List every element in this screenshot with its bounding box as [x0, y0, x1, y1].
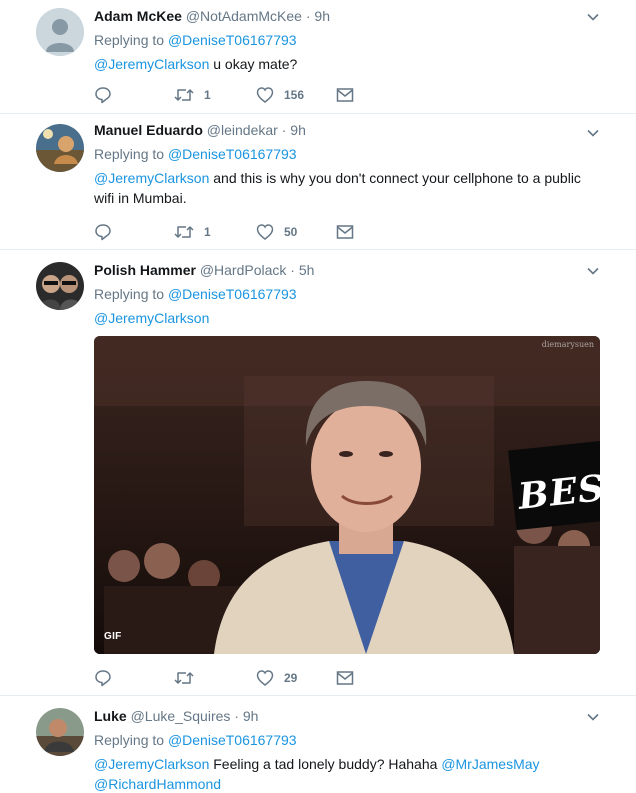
dm-icon: [336, 671, 354, 685]
display-name[interactable]: Luke: [94, 708, 127, 724]
replying-to-link[interactable]: @DeniseT06167793: [168, 32, 297, 48]
gif-media[interactable]: diemarysuen BEST GIF: [94, 336, 600, 654]
tweet-text: @JeremyClarkson Feeling a tad lonely bud…: [94, 754, 606, 793]
tweet-1[interactable]: Adam McKee @NotAdamMcKee · 9h Replying t…: [0, 0, 636, 114]
dm-button[interactable]: [336, 222, 354, 242]
mention-link[interactable]: @JeremyClarkson: [94, 170, 209, 186]
retweet-button[interactable]: 1: [174, 222, 211, 242]
like-count: 29: [284, 671, 298, 685]
tweet-text: @JeremyClarkson u okay mate?: [94, 54, 606, 74]
replying-to-link[interactable]: @DeniseT06167793: [168, 286, 297, 302]
user-handle[interactable]: @leindekar: [207, 122, 278, 138]
user-handle[interactable]: @HardPolack: [200, 262, 287, 278]
tweet-body-line2: wifi in Mumbai.: [94, 190, 187, 206]
tweet-body: u okay mate?: [209, 56, 298, 72]
replying-prefix: Replying to: [94, 286, 165, 302]
reply-icon: [95, 670, 111, 687]
timestamp[interactable]: 9h: [290, 122, 306, 138]
tweet-2[interactable]: Manuel Eduardo @leindekar · 9h Replying …: [0, 114, 636, 250]
timestamp[interactable]: 9h: [314, 8, 330, 24]
timestamp[interactable]: 5h: [299, 262, 315, 278]
display-name[interactable]: Manuel Eduardo: [94, 122, 203, 138]
gif-badge: GIF: [104, 631, 122, 642]
reply-button[interactable]: [94, 85, 112, 105]
reply-icon: [95, 87, 111, 104]
like-count: 156: [284, 88, 305, 102]
retweet-icon: [174, 226, 194, 238]
avatar[interactable]: [36, 262, 84, 310]
mention-link-3[interactable]: @RichardHammond: [94, 776, 221, 792]
replying-prefix: Replying to: [94, 732, 165, 748]
replying-prefix: Replying to: [94, 146, 165, 162]
replying-to-link[interactable]: @DeniseT06167793: [168, 732, 297, 748]
mention-link[interactable]: @JeremyClarkson: [94, 56, 209, 72]
avatar[interactable]: [36, 124, 84, 172]
avatar-image: [36, 708, 84, 756]
tweet-3[interactable]: Polish Hammer @HardPolack · 5h Replying …: [0, 250, 636, 696]
replying-prefix: Replying to: [94, 32, 165, 48]
separator-dot: ·: [234, 708, 239, 724]
replying-to-link[interactable]: @DeniseT06167793: [168, 146, 297, 162]
tweet-body-line1: and this is why you don't connect your c…: [209, 170, 581, 186]
tweet-header: Luke @Luke_Squires · 9h: [94, 706, 606, 726]
avatar-image: [36, 262, 84, 310]
tweet-4[interactable]: Luke @Luke_Squires · 9h Replying to @Den…: [0, 696, 636, 793]
dm-button[interactable]: [336, 668, 354, 688]
replying-to: Replying to @DeniseT06167793: [94, 144, 606, 164]
reply-icon: [95, 224, 111, 241]
mention-link[interactable]: @JeremyClarkson: [94, 310, 209, 326]
dm-icon: [336, 88, 354, 102]
retweet-count: 1: [204, 225, 211, 239]
mention-link[interactable]: @JeremyClarkson: [94, 756, 209, 772]
like-icon: [256, 670, 274, 686]
replying-to: Replying to @DeniseT06167793: [94, 730, 606, 750]
tweet-body: Feeling a tad lonely buddy? Hahaha: [209, 756, 442, 772]
like-icon: [256, 224, 274, 240]
retweet-icon: [174, 89, 194, 101]
retweet-button[interactable]: 1: [174, 85, 211, 105]
tweet-text: @JeremyClarkson: [94, 308, 606, 328]
default-avatar-icon: [36, 8, 84, 56]
avatar[interactable]: [36, 708, 84, 756]
chevron-down-icon[interactable]: [586, 264, 600, 278]
reply-button[interactable]: [94, 222, 112, 242]
like-button[interactable]: 29: [256, 668, 297, 688]
dm-icon: [336, 225, 354, 239]
chevron-down-icon[interactable]: [586, 710, 600, 724]
separator-dot: ·: [290, 262, 295, 278]
chevron-down-icon[interactable]: [586, 10, 600, 24]
reply-button[interactable]: [94, 668, 112, 688]
tweet-header: Manuel Eduardo @leindekar · 9h: [94, 120, 606, 140]
user-handle[interactable]: @Luke_Squires: [131, 708, 231, 724]
gif-watermark: diemarysuen: [541, 340, 594, 349]
timestamp[interactable]: 9h: [243, 708, 259, 724]
replying-to: Replying to @DeniseT06167793: [94, 284, 606, 304]
tweet-text: @JeremyClarkson and this is why you don'…: [94, 168, 606, 208]
like-icon: [256, 87, 274, 103]
avatar[interactable]: [36, 8, 84, 56]
like-button[interactable]: 50: [256, 222, 297, 242]
replying-to: Replying to @DeniseT06167793: [94, 30, 606, 50]
user-handle[interactable]: @NotAdamMcKee: [186, 8, 302, 24]
display-name[interactable]: Polish Hammer: [94, 262, 196, 278]
like-button[interactable]: 156: [256, 85, 304, 105]
display-name[interactable]: Adam McKee: [94, 8, 182, 24]
like-count: 50: [284, 225, 298, 239]
retweet-count: 1: [204, 88, 211, 102]
mention-link-2[interactable]: @MrJamesMay: [441, 756, 539, 772]
tweet-header: Polish Hammer @HardPolack · 5h: [94, 260, 606, 280]
avatar-image: [36, 124, 84, 172]
tweet-header: Adam McKee @NotAdamMcKee · 9h: [94, 6, 606, 26]
retweet-button[interactable]: [174, 668, 194, 688]
separator-dot: ·: [305, 8, 311, 24]
retweet-icon: [174, 672, 194, 684]
chevron-down-icon[interactable]: [586, 126, 600, 140]
dm-button[interactable]: [336, 85, 354, 105]
separator-dot: ·: [281, 122, 287, 138]
